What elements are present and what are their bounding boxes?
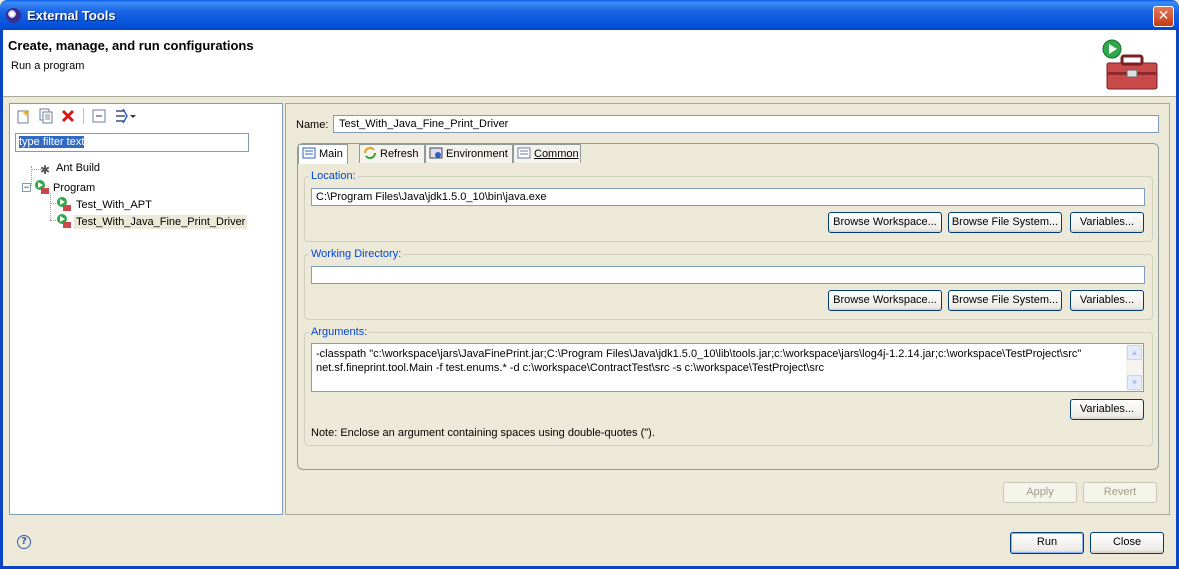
working-directory-label: Working Directory: <box>309 248 404 260</box>
location-field[interactable]: C:\Program Files\Java\jdk1.5.0_10\bin\ja… <box>311 188 1145 206</box>
main-tab-icon <box>302 147 316 159</box>
toolbox-run-icon <box>1102 39 1158 90</box>
workdir-variables-button[interactable]: Variables... <box>1070 290 1144 311</box>
run-button[interactable]: Run <box>1010 532 1084 554</box>
apply-button[interactable]: Apply <box>1003 482 1077 503</box>
arguments-variables-button[interactable]: Variables... <box>1070 399 1144 420</box>
tab-label: Common <box>534 148 579 160</box>
location-label: Location: <box>309 170 358 182</box>
tree-item-test-with-apt[interactable]: Test_With_APT <box>56 196 152 212</box>
arguments-textarea[interactable]: -classpath "c:\workspace\jars\JavaFinePr… <box>311 343 1144 392</box>
environment-icon <box>429 147 443 159</box>
tab-label: Main <box>319 148 343 160</box>
tab-label: Environment <box>446 148 508 160</box>
ant-icon: ✱ <box>40 163 51 177</box>
collapse-toggle-icon[interactable]: − <box>22 183 31 192</box>
toolbar-divider <box>83 108 84 124</box>
left-toolbar <box>10 104 282 128</box>
tree-item-label: Program <box>53 182 96 194</box>
header-subtitle: Run a program <box>11 60 85 72</box>
arguments-note: Note: Enclose an argument containing spa… <box>311 427 655 439</box>
revert-button[interactable]: Revert <box>1083 482 1157 503</box>
working-directory-field[interactable] <box>311 266 1145 284</box>
help-icon[interactable]: ? <box>17 535 31 549</box>
tab-environment[interactable]: Environment <box>425 144 513 163</box>
name-input[interactable]: Test_With_Java_Fine_Print_Driver <box>333 115 1159 133</box>
tree-item-label: Ant Build <box>56 162 101 174</box>
new-config-icon[interactable] <box>16 108 32 124</box>
program-config-icon <box>57 197 71 211</box>
eclipse-icon <box>6 8 21 23</box>
tab-label: Refresh <box>380 148 419 160</box>
tree-item-ant-build[interactable]: ✱ Ant Build <box>40 162 100 177</box>
delete-icon[interactable] <box>60 108 76 124</box>
tree-line <box>50 193 51 220</box>
scroll-down-icon[interactable]: ▼ <box>1127 375 1142 390</box>
window-close-button[interactable]: ✕ <box>1153 6 1174 27</box>
tab-common[interactable]: Common <box>513 144 581 163</box>
tree-item-label: Test_With_APT <box>76 199 152 211</box>
filter-input[interactable]: type filter text <box>15 133 249 152</box>
duplicate-icon[interactable] <box>38 108 54 124</box>
program-icon <box>35 180 49 194</box>
program-config-icon <box>57 214 71 228</box>
arguments-scrollbar[interactable]: ▲ ▼ <box>1126 344 1143 391</box>
tree-item-program[interactable]: − Program <box>22 179 95 195</box>
location-browse-filesystem-button[interactable]: Browse File System... <box>948 212 1062 233</box>
header-title: Create, manage, and run configurations <box>8 38 254 53</box>
tab-refresh[interactable]: Refresh <box>359 144 425 163</box>
location-variables-button[interactable]: Variables... <box>1070 212 1144 233</box>
tab-main[interactable]: Main <box>298 144 348 164</box>
title-bar: External Tools ✕ <box>0 0 1179 30</box>
arguments-line: -classpath "c:\workspace\jars\JavaFinePr… <box>316 348 1082 360</box>
filter-menu-icon[interactable] <box>114 108 136 124</box>
close-button[interactable]: Close <box>1090 532 1164 554</box>
workdir-browse-filesystem-button[interactable]: Browse File System... <box>948 290 1062 311</box>
common-icon <box>517 147 531 159</box>
refresh-icon <box>364 147 376 159</box>
configuration-tree-pane: type filter text ✱ Ant Build − Program Tes… <box>9 103 283 515</box>
arguments-label: Arguments: <box>309 326 370 338</box>
window-title: External Tools <box>27 8 116 23</box>
filter-input-text: type filter text <box>19 136 85 148</box>
dialog-header: Create, manage, and run configurations R… <box>3 30 1176 97</box>
tree-item-label: Test_With_Java_Fine_Print_Driver <box>74 215 248 229</box>
scroll-up-icon[interactable]: ▲ <box>1127 345 1142 360</box>
tree-item-test-with-java-fine-print-driver[interactable]: Test_With_Java_Fine_Print_Driver <box>56 213 248 229</box>
location-browse-workspace-button[interactable]: Browse Workspace... <box>828 212 942 233</box>
arguments-line: net.sf.fineprint.tool.Main -f test.enums… <box>316 362 825 374</box>
name-label: Name: <box>296 119 329 131</box>
workdir-browse-workspace-button[interactable]: Browse Workspace... <box>828 290 942 311</box>
collapse-all-icon[interactable] <box>91 108 107 124</box>
